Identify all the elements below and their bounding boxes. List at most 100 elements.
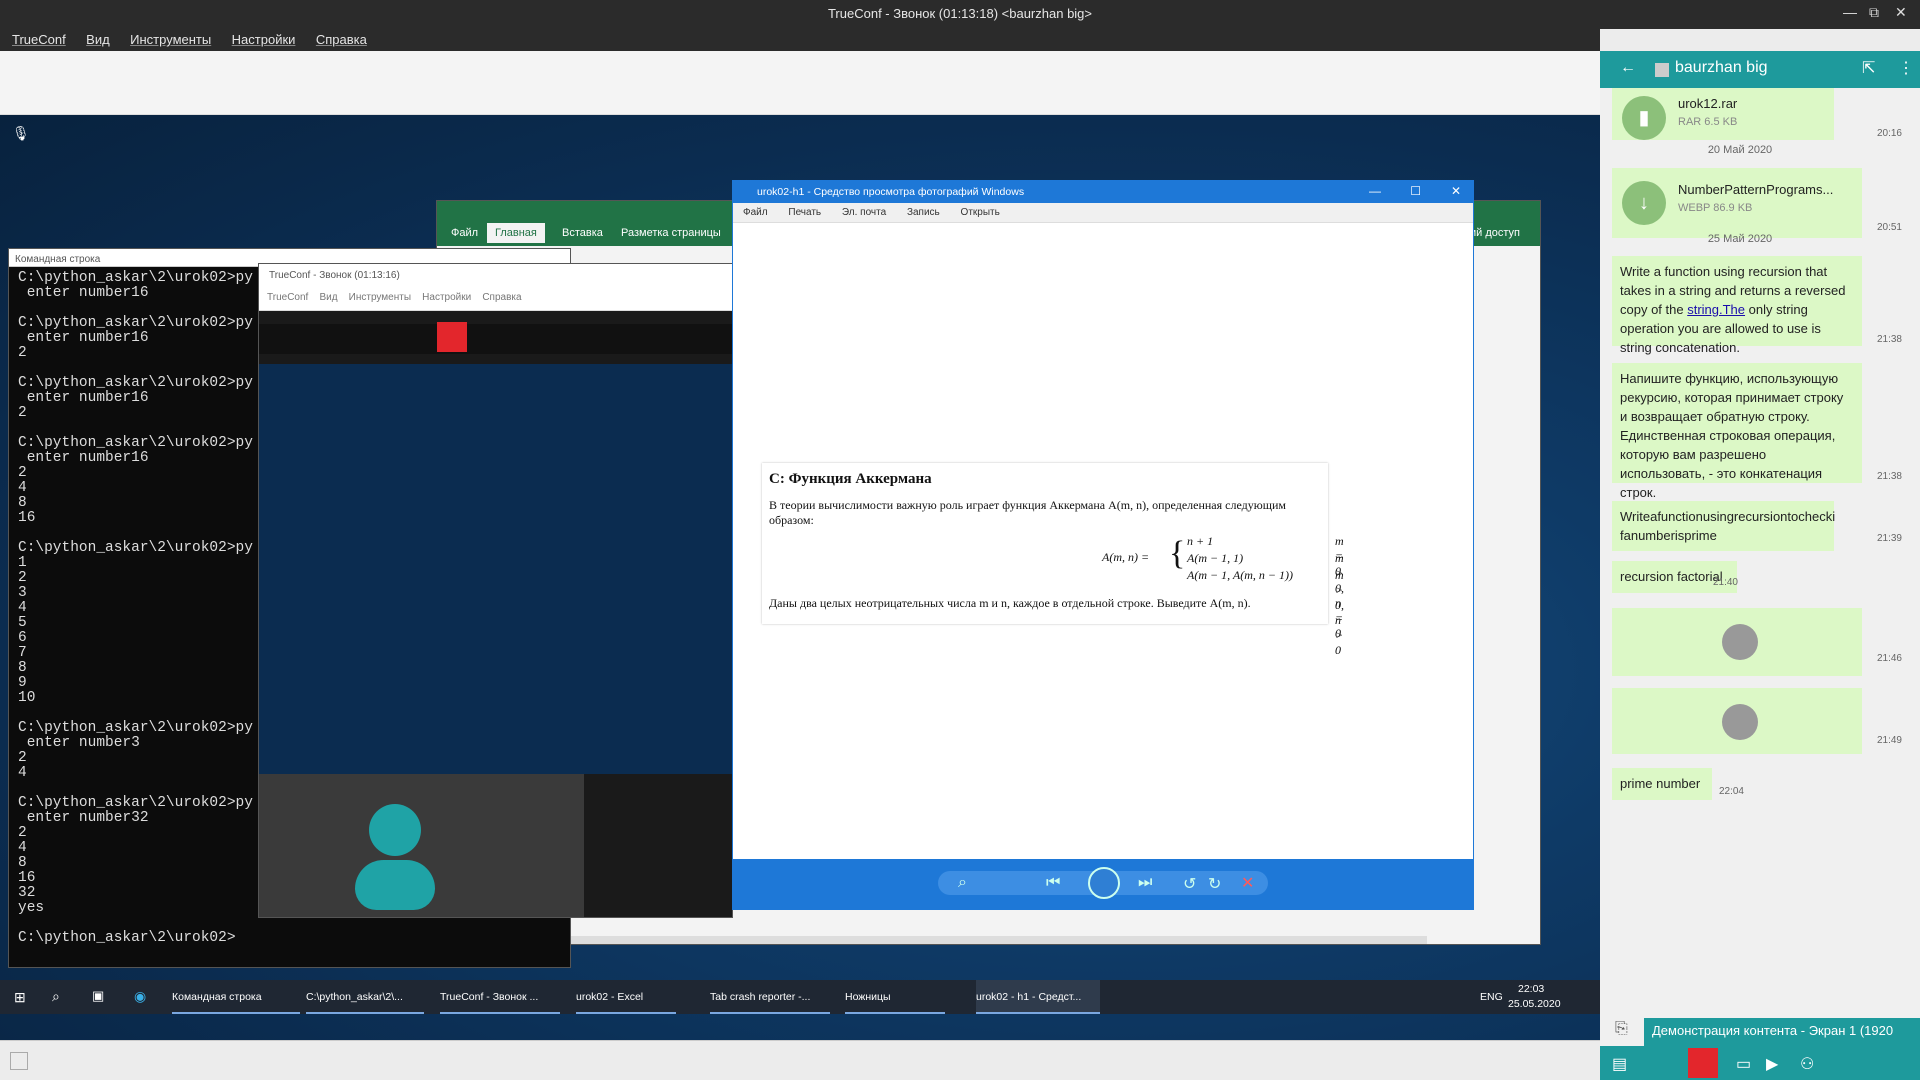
inner-menu-trueconf[interactable]: TrueConf — [267, 292, 308, 303]
menu-tools[interactable]: Инструменты — [118, 29, 211, 47]
camera-icon[interactable]: ▶ — [1766, 1054, 1778, 1074]
attach-icon[interactable]: ⎘ — [1615, 1020, 1628, 1038]
excel-tab-layout[interactable]: Разметка страницы — [621, 227, 721, 239]
formula-brace: { — [1169, 535, 1186, 572]
pv-menu-print[interactable]: Печать — [788, 207, 821, 218]
slideshow-icon[interactable] — [1088, 867, 1120, 899]
rotate-left-icon[interactable]: ↺ — [1183, 874, 1196, 894]
stop-share-icon[interactable] — [1688, 1048, 1718, 1078]
message-3: Writeafunctionusingrecursiontochecki fan… — [1612, 501, 1835, 551]
time-9: 22:04 — [1718, 786, 1744, 797]
pv-minimize-icon[interactable]: — — [1369, 184, 1381, 198]
taskbar-item-excel[interactable]: urok02 - Excel — [576, 980, 676, 1014]
time-3: 21:38 — [1876, 334, 1902, 345]
photo-viewer-controls: ⌕ ⏮ ⏭ ↺ ↻ ✕ — [733, 859, 1473, 909]
back-arrow-icon[interactable]: ← — [1620, 59, 1636, 77]
pv-maximize-icon[interactable]: ☐ — [1410, 184, 1421, 198]
rotate-right-icon[interactable]: ↻ — [1208, 874, 1221, 894]
inner-menu-help[interactable]: Справка — [482, 292, 521, 303]
delete-icon[interactable]: ✕ — [1241, 873, 1254, 893]
file-meta: RAR 6.5 KB — [1678, 116, 1738, 128]
inner-trueconf-window: TrueConf - Звонок (01:13:16) TrueConf Ви… — [258, 263, 733, 918]
windows-taskbar: ⊞ ⌕ ▣ ◉ Командная строка C:\python_askar… — [0, 980, 1600, 1014]
start-icon[interactable]: ⊞ — [14, 989, 26, 1006]
pv-menu-burn[interactable]: Запись — [907, 207, 940, 218]
minimize-icon[interactable]: — — [1843, 4, 1857, 20]
participants-icon[interactable]: ⚇ — [1800, 1054, 1814, 1074]
chat-header: ← baurzhan big ⇱ ⋮ — [1600, 51, 1920, 88]
file-message-1[interactable]: ▮ urok12.rar RAR 6.5 KB — [1612, 88, 1834, 140]
message-5: prime number — [1612, 768, 1712, 800]
message-1-link[interactable]: string.The — [1687, 302, 1745, 317]
chat-toggle-icon[interactable]: ▤ — [1612, 1054, 1627, 1074]
file-message-2[interactable]: ↓ NumberPatternPrograms... WEBP 86.9 KB — [1612, 168, 1862, 238]
pv-menu-file[interactable]: Файл — [743, 207, 768, 218]
prev-icon[interactable]: ⏮ — [1046, 874, 1060, 892]
edge-icon[interactable]: ◉ — [134, 988, 146, 1005]
excel-tab-file[interactable]: Файл — [451, 227, 478, 239]
popout-icon[interactable]: ⇱ — [1862, 58, 1875, 78]
formula-expr-2: A(m − 1, 1) — [1187, 551, 1244, 565]
pv-menu-open[interactable]: Открыть — [961, 207, 1000, 218]
task-view-icon[interactable]: ▣ — [92, 988, 104, 1004]
excel-tab-insert[interactable]: Вставка — [562, 227, 603, 239]
menu-trueconf[interactable]: TrueConf — [0, 29, 66, 47]
pv-menu-email[interactable]: Эл. почта — [842, 207, 886, 218]
formula-expr-1: n + 1 — [1187, 534, 1214, 548]
file-name-2: NumberPatternPrograms... — [1678, 182, 1834, 197]
time-8: 21:49 — [1876, 735, 1902, 746]
mic-muted-icon: 🎙 — [12, 125, 30, 141]
end-call-icon[interactable] — [437, 322, 467, 352]
call-toolbar — [0, 51, 1600, 115]
more-icon[interactable]: ⋮ — [1898, 58, 1914, 78]
taskbar-item-trueconf[interactable]: TrueConf - Звонок ... — [440, 980, 560, 1014]
fullscreen-icon[interactable] — [10, 1052, 28, 1070]
menubar: TrueConf Вид Инструменты Настройки Справ… — [0, 29, 1600, 51]
formula-cond-3: m > 0, n > 0 — [1335, 568, 1344, 657]
taskbar-item-python[interactable]: C:\python_askar\2\... — [306, 980, 424, 1014]
next-icon[interactable]: ⏭ — [1138, 874, 1152, 892]
taskbar-item-cmd[interactable]: Командная строка — [172, 980, 300, 1014]
excel-tab-home[interactable]: Главная — [487, 223, 545, 243]
time-1: 20:16 — [1876, 128, 1902, 139]
window-title: TrueConf - Звонок (01:13:18) <baurzhan b… — [827, 6, 1093, 21]
restore-icon[interactable]: ⧉ — [1869, 4, 1879, 21]
close-icon[interactable]: ✕ — [1895, 4, 1907, 21]
clock-time[interactable]: 22:03 — [1518, 983, 1544, 995]
image-placeholder-icon-2 — [1722, 704, 1758, 740]
inner-menu-view[interactable]: Вид — [319, 292, 337, 303]
time-4: 21:38 — [1876, 471, 1902, 482]
lang-indicator[interactable]: ENG — [1480, 991, 1503, 1003]
message-2: Напишите функцию, использующую рекурсию,… — [1612, 363, 1862, 500]
file-icon: ▮ — [1622, 96, 1666, 140]
avatar — [355, 860, 435, 910]
share-screen-icon[interactable]: ▭ — [1736, 1054, 1751, 1074]
search-icon[interactable]: ⌕ — [52, 988, 60, 1005]
taskbar-item-snipping[interactable]: Ножницы — [845, 980, 945, 1014]
excel-scrollbar[interactable] — [497, 936, 1427, 944]
zoom-icon[interactable]: ⌕ — [958, 874, 967, 892]
image-message-2[interactable] — [1612, 688, 1862, 754]
file-name: urok12.rar — [1678, 96, 1738, 111]
menu-settings[interactable]: Настройки — [220, 29, 296, 47]
time-6: 21:40 — [1712, 577, 1738, 588]
clock-date[interactable]: 25.05.2020 — [1508, 998, 1561, 1010]
image-placeholder-icon — [1722, 624, 1758, 660]
inner-menu-tools[interactable]: Инструменты — [349, 292, 411, 303]
taskbar-item-photo-viewer[interactable]: urok02 - h1 - Средст... — [976, 980, 1100, 1014]
cmd-title: Командная строка — [15, 254, 101, 265]
time-7: 21:46 — [1876, 653, 1902, 664]
menu-help[interactable]: Справка — [304, 29, 367, 47]
image-message-1[interactable] — [1612, 608, 1862, 676]
inner-menu-settings[interactable]: Настройки — [422, 292, 471, 303]
formula-expr-3: A(m − 1, A(m, n − 1)) — [1187, 568, 1293, 582]
taskbar-item-firefox[interactable]: Tab crash reporter -... — [710, 980, 830, 1014]
menu-view[interactable]: Вид — [74, 29, 110, 47]
doc-paragraph-1: В теории вычислимости важную роль играет… — [769, 498, 1286, 527]
contact-name: baurzhan big — [1675, 59, 1768, 76]
formula-lhs: A(m, n) = — [1102, 550, 1150, 564]
pv-close-icon[interactable]: ✕ — [1451, 184, 1461, 198]
inner-video-recursion — [259, 364, 732, 774]
content-share-bar[interactable]: Демонстрация контента - Экран 1 (1920 — [1644, 1018, 1920, 1046]
inner-call-toolbar — [259, 322, 732, 354]
